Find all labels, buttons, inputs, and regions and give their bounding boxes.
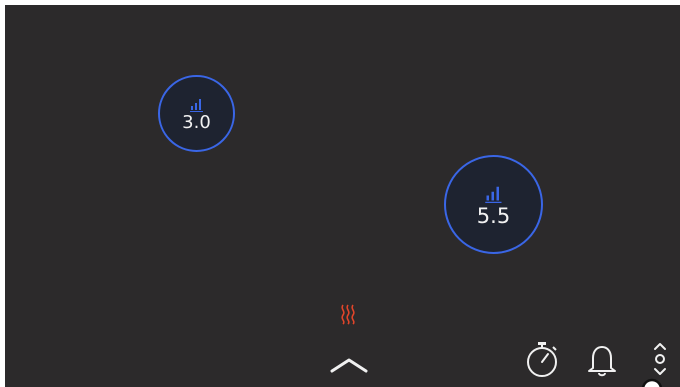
chevron-up-icon[interactable]	[330, 356, 368, 374]
residual-heat-icon	[339, 303, 357, 325]
touch-cursor	[640, 376, 664, 387]
bell-icon[interactable]	[584, 340, 620, 378]
cooking-zone-2[interactable]: 5.5	[444, 155, 543, 254]
cooktop-panel	[5, 5, 680, 387]
cooking-zone-1[interactable]: 3.0	[158, 75, 235, 152]
screen: 3.0 5.5	[0, 0, 680, 387]
stopwatch-icon[interactable]	[524, 340, 560, 378]
power-level-icon	[484, 183, 504, 203]
zone-1-level: 3.0	[182, 111, 211, 133]
zone-2-level: 5.5	[476, 203, 511, 228]
up-down-adjust-icon[interactable]	[650, 340, 670, 378]
power-level-icon	[189, 96, 205, 112]
